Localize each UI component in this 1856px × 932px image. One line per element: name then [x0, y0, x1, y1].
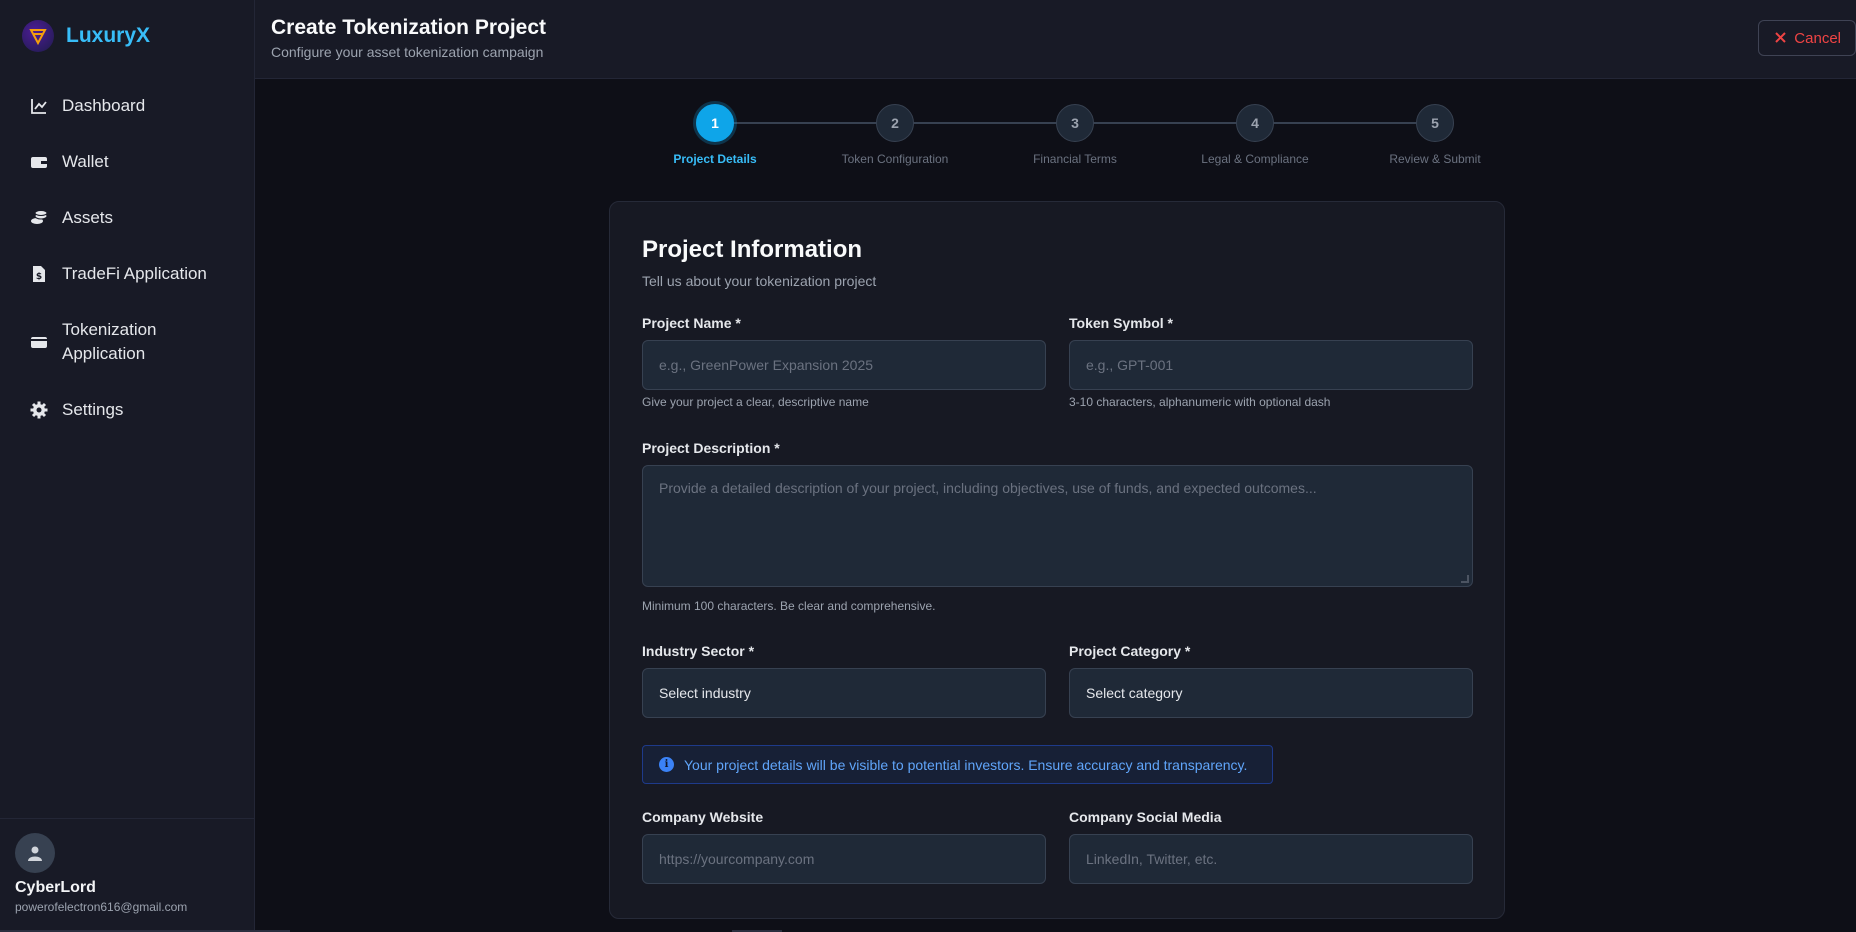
field-label: Project Category *	[1069, 643, 1191, 659]
brand-name: LuxuryX	[66, 24, 151, 47]
project-name-input[interactable]: e.g., GreenPower Expansion 2025	[642, 340, 1046, 390]
user-icon	[28, 846, 42, 861]
brand-logo-icon	[22, 20, 54, 52]
company-social-media-input[interactable]: LinkedIn, Twitter, etc.	[1069, 834, 1473, 884]
avatar	[15, 833, 55, 873]
project-description-field: Project Description * Provide a detailed…	[642, 440, 1473, 613]
field-hint: 3-10 characters, alphanumeric with optio…	[1069, 395, 1331, 409]
field-label: Company Social Media	[1069, 809, 1222, 825]
step-label: Token Configuration	[841, 152, 949, 166]
token-symbol-input[interactable]: e.g., GPT-001	[1069, 340, 1473, 390]
brand[interactable]: LuxuryX	[22, 20, 150, 52]
sidebar-item-wallet[interactable]: Wallet	[0, 134, 255, 190]
field-label: Industry Sector *	[642, 643, 755, 659]
step-label: Legal & Compliance	[1201, 152, 1309, 166]
sidebar-item-label: Dashboard	[62, 96, 146, 115]
card-icon	[30, 333, 48, 351]
page-title: Create Tokenization Project	[271, 16, 547, 39]
project-description-textarea[interactable]: Provide a detailed description of your p…	[642, 465, 1473, 587]
placeholder: e.g., GPT-001	[1086, 357, 1174, 373]
field-label: Project Name *	[642, 315, 741, 331]
step-review-submit[interactable]: 5 Review & Submit	[1360, 104, 1510, 166]
placeholder: Provide a detailed description of your p…	[659, 480, 1317, 496]
page-header: Create Tokenization Project Configure yo…	[255, 0, 1856, 79]
project-name-field: Project Name * e.g., GreenPower Expansio…	[642, 315, 1046, 409]
sidebar-item-settings[interactable]: Settings	[0, 382, 255, 438]
file-dollar-icon: $	[30, 265, 48, 283]
card-subtitle: Tell us about your tokenization project	[642, 273, 877, 289]
card-title: Project Information	[642, 236, 863, 263]
info-banner: i Your project details will be visible t…	[642, 745, 1273, 784]
select-value: Select industry	[659, 685, 751, 701]
step-label: Financial Terms	[1033, 152, 1117, 166]
company-website-input[interactable]: https://yourcompany.com	[642, 834, 1046, 884]
page-subtitle: Configure your asset tokenization campai…	[271, 44, 544, 60]
svg-text:$: $	[36, 272, 42, 282]
resize-handle-icon[interactable]	[1461, 575, 1469, 583]
industry-sector-select[interactable]: Select industry	[642, 668, 1046, 718]
step-label: Review & Submit	[1389, 152, 1481, 166]
sidebar-item-tradefi-application[interactable]: $ TradeFi Application	[0, 246, 255, 302]
step-number: 5	[1416, 104, 1454, 142]
select-value: Select category	[1086, 685, 1183, 701]
coins-icon	[30, 209, 48, 227]
cancel-button[interactable]: Cancel	[1758, 20, 1856, 56]
field-label: Company Website	[642, 809, 764, 825]
step-number: 3	[1056, 104, 1094, 142]
project-category-field: Project Category * Select category	[1069, 643, 1473, 718]
user-name: CyberLord	[15, 879, 96, 896]
token-symbol-field: Token Symbol * e.g., GPT-001 3-10 charac…	[1069, 315, 1473, 409]
step-project-details[interactable]: 1 Project Details	[640, 104, 790, 166]
step-legal-compliance[interactable]: 4 Legal & Compliance	[1180, 104, 1330, 166]
placeholder: LinkedIn, Twitter, etc.	[1086, 851, 1218, 867]
sidebar-item-label: Wallet	[62, 152, 109, 171]
step-label: Project Details	[673, 152, 757, 166]
sidebar-nav: Dashboard Wallet Assets $ TradeFi Applic…	[0, 78, 255, 438]
field-hint: Minimum 100 characters. Be clear and com…	[642, 599, 936, 613]
step-token-configuration[interactable]: 2 Token Configuration	[820, 104, 970, 166]
sidebar-item-dashboard[interactable]: Dashboard	[0, 78, 255, 134]
sidebar-item-assets[interactable]: Assets	[0, 190, 255, 246]
industry-sector-field: Industry Sector * Select industry	[642, 643, 1046, 718]
user-profile[interactable]: CyberLord powerofelectron616@gmail.com	[0, 818, 255, 932]
company-website-field: Company Website https://yourcompany.com	[642, 809, 1046, 884]
cancel-label: Cancel	[1794, 29, 1841, 47]
sidebar-item-label: Settings	[62, 400, 124, 419]
info-message: Your project details will be visible to …	[684, 756, 1248, 773]
field-hint: Give your project a clear, descriptive n…	[642, 395, 869, 409]
wallet-icon	[30, 153, 48, 171]
step-number: 2	[876, 104, 914, 142]
sidebar-item-tokenization-application[interactable]: Tokenization Application	[0, 302, 255, 382]
progress-stepper: 1 Project Details 2 Token Configuration …	[640, 104, 1775, 174]
sidebar-item-label: Assets	[62, 208, 114, 227]
close-icon	[1775, 30, 1787, 47]
placeholder: https://yourcompany.com	[659, 851, 815, 867]
sidebar-item-label: Tokenization Application	[62, 320, 157, 363]
step-financial-terms[interactable]: 3 Financial Terms	[1000, 104, 1150, 166]
step-number: 4	[1236, 104, 1274, 142]
project-category-select[interactable]: Select category	[1069, 668, 1473, 718]
chart-line-icon	[30, 97, 48, 115]
company-social-media-field: Company Social Media LinkedIn, Twitter, …	[1069, 809, 1473, 884]
project-information-card: Project Information Tell us about your t…	[609, 201, 1505, 919]
placeholder: e.g., GreenPower Expansion 2025	[659, 357, 874, 373]
sidebar-item-label: TradeFi Application	[62, 264, 207, 283]
app-root: LuxuryX Dashboard Wallet Assets $ TradeF…	[0, 0, 1856, 932]
field-label: Project Description *	[642, 440, 780, 456]
user-email: powerofelectron616@gmail.com	[15, 900, 188, 914]
gear-icon	[30, 401, 48, 419]
field-label: Token Symbol *	[1069, 315, 1173, 331]
step-number: 1	[696, 104, 734, 142]
info-icon: i	[659, 757, 674, 772]
sidebar: LuxuryX Dashboard Wallet Assets $ TradeF…	[0, 0, 255, 932]
